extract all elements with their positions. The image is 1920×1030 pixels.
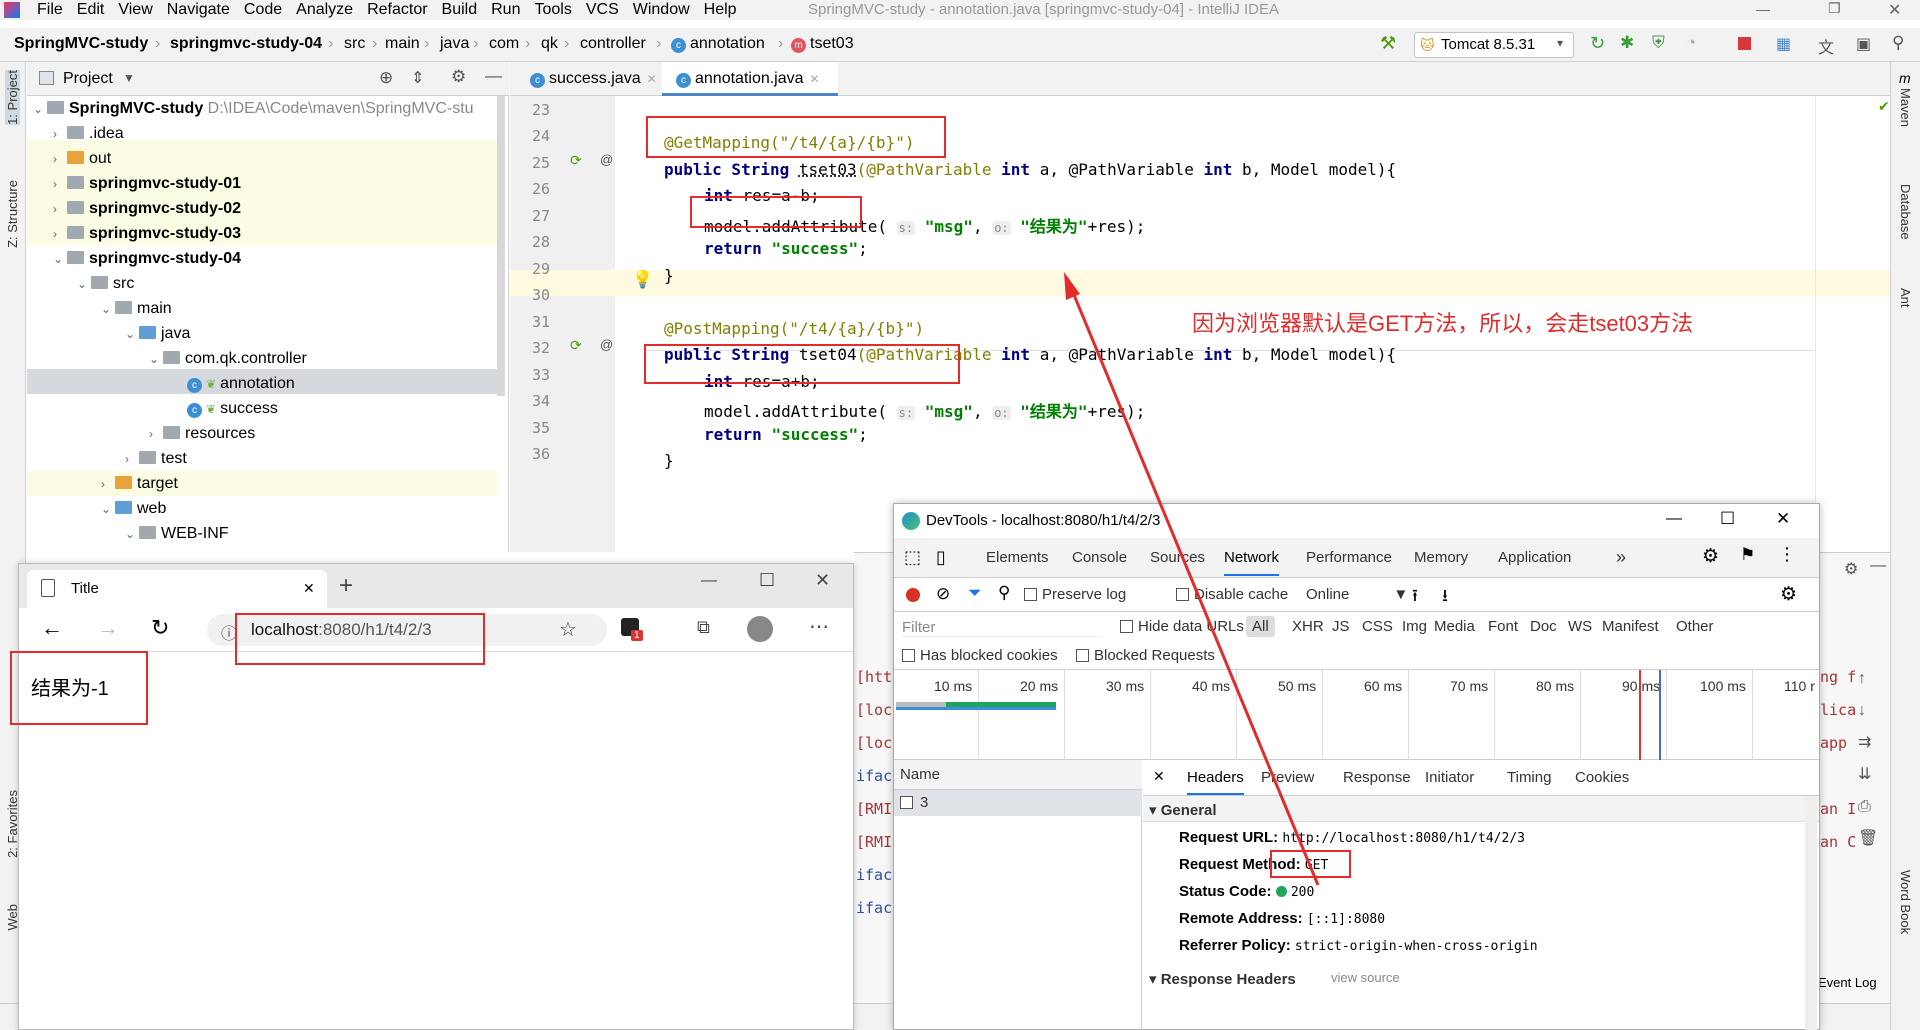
annotation-arrow xyxy=(1064,272,1320,886)
